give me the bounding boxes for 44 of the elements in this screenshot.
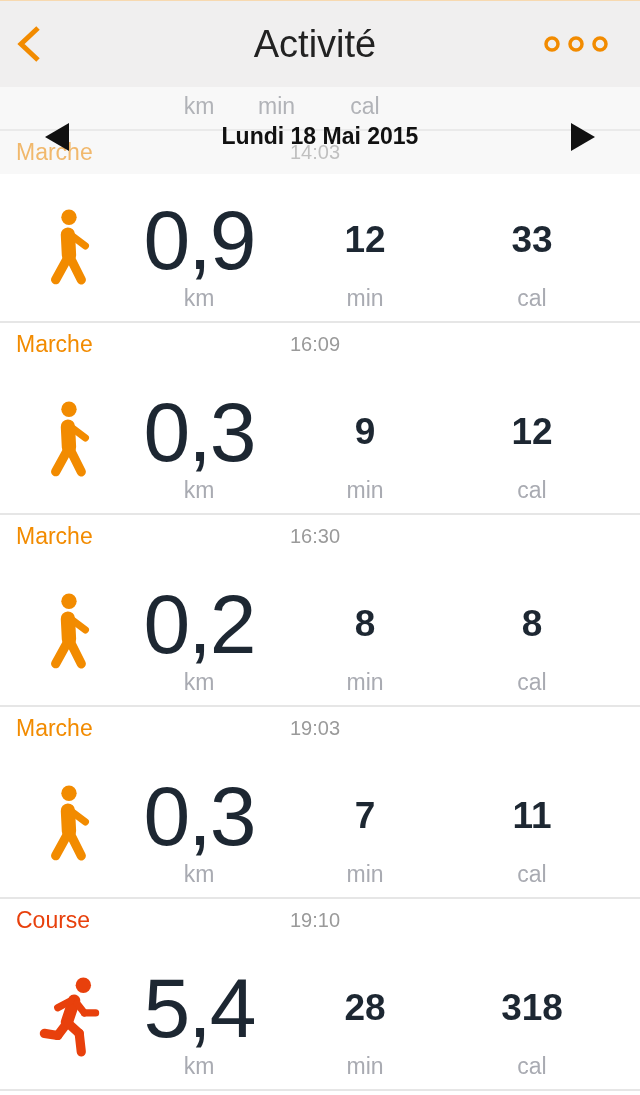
distance-value: 5,4 — [143, 963, 255, 1053]
duration-value: 12 — [344, 219, 386, 261]
distance-value: 0,3 — [143, 771, 255, 861]
activity-type: Marche — [16, 138, 94, 166]
distance-value: 0,3 — [143, 387, 255, 477]
duration-value: 8 — [354, 603, 376, 645]
calories-value: 8 — [521, 603, 543, 645]
unit-label: cal — [350, 93, 380, 119]
unit-label: min — [346, 477, 384, 503]
unit-label: cal — [517, 285, 547, 311]
unit-label: cal — [517, 1053, 547, 1079]
unit-label: min — [346, 285, 384, 311]
activity-type: Marche — [16, 522, 94, 550]
calories-value: 11 — [512, 795, 552, 837]
unit-label: min — [258, 93, 297, 119]
unit-label: min — [346, 669, 384, 695]
unit-label: cal — [517, 861, 547, 887]
calories-value: 12 — [511, 411, 553, 453]
unit-label: min — [346, 861, 384, 887]
unit-label: km — [183, 669, 215, 695]
unit-label: km — [183, 285, 215, 311]
activity-time: 19:03 — [290, 716, 341, 740]
unit-label: km — [183, 861, 215, 887]
unit-label: km — [183, 93, 215, 119]
calories-value: 318 — [501, 987, 563, 1029]
screen-title: Activité — [253, 22, 377, 66]
duration-value: 7 — [354, 795, 376, 837]
unit-label: cal — [517, 669, 547, 695]
distance-value: 0,9 — [143, 195, 255, 285]
activity-time: 16:09 — [290, 332, 341, 356]
activity-type: Marche — [16, 714, 94, 742]
unit-label: cal — [517, 477, 547, 503]
duration-value: 28 — [344, 987, 386, 1029]
unit-label: km — [183, 1053, 215, 1079]
activity-time: 19:10 — [290, 908, 341, 932]
distance-value: 0,2 — [143, 579, 255, 669]
calories-value: 33 — [511, 219, 553, 261]
next-day-icon[interactable] — [571, 122, 595, 151]
duration-value: 9 — [354, 411, 376, 453]
activity-type: Course — [16, 906, 92, 934]
activity-time: 16:30 — [290, 524, 341, 548]
unit-label: km — [183, 477, 215, 503]
activity-type: Marche — [16, 330, 94, 358]
unit-label: min — [346, 1053, 384, 1079]
